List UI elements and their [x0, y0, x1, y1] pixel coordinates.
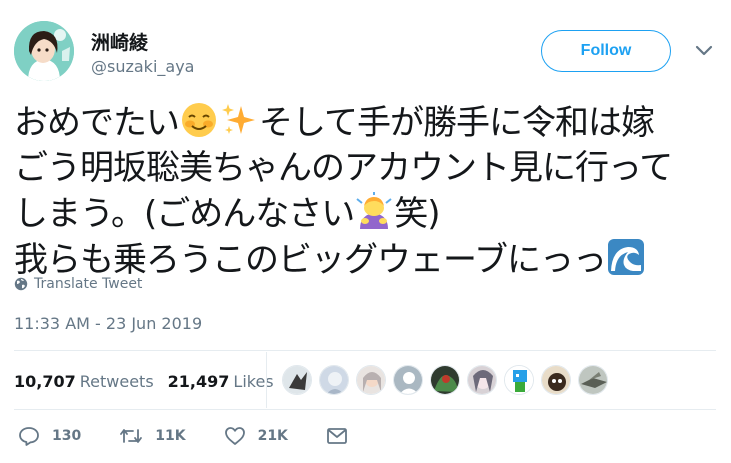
retweet-icon	[120, 429, 143, 443]
heart-icon	[224, 427, 245, 445]
tweet-timestamp[interactable]: 11:33 AM - 23 Jun 2019	[14, 314, 202, 333]
tweet-line-3: しまう。(ごめんなさい 笑)	[14, 191, 714, 237]
retweets-stat[interactable]: 10,707 Retweets	[14, 372, 154, 391]
wave-icon	[606, 237, 646, 277]
reply-count: 130	[52, 428, 82, 444]
direct-message-button[interactable]	[326, 427, 360, 445]
tweet-text-segment: おめでたい	[14, 103, 180, 143]
liker-avatar[interactable]	[393, 365, 423, 395]
retweet-button[interactable]: 11K	[119, 426, 186, 446]
user-handle[interactable]: @suzaki_aya	[91, 57, 194, 76]
liker-avatar[interactable]	[319, 365, 349, 395]
tweet-text-segment: しまう。(ごめんなさい	[14, 194, 355, 234]
liker-avatar[interactable]	[541, 365, 571, 395]
like-button[interactable]: 21K	[224, 426, 288, 446]
likes-stat[interactable]: 21,497 Likes	[168, 372, 274, 391]
avatar[interactable]	[14, 21, 74, 81]
display-name[interactable]: 洲崎綾	[91, 28, 148, 55]
tweet-text-segment: そして手が勝手に令和は嫁	[259, 103, 655, 143]
engagement-stats: 10,707 Retweets 21,497 Likes	[14, 363, 274, 399]
likes-count: 21,497	[167, 371, 230, 391]
retweet-count: 11K	[155, 428, 186, 444]
tweet-text-segment: 我らも乗ろうこのビッグウェーブにっっ	[14, 240, 607, 280]
likes-label: Likes	[233, 371, 274, 391]
tweet-actions: 130 11K 21K	[18, 426, 360, 446]
person-bowing-icon	[354, 191, 394, 231]
tweet-line-2: ごう明坂聡美ちゃんのアカウント見に行って	[14, 148, 673, 188]
chevron-down-icon[interactable]	[693, 42, 715, 60]
liker-avatar[interactable]	[578, 365, 608, 395]
liker-avatar[interactable]	[282, 365, 312, 395]
reply-icon	[19, 427, 39, 446]
globe-icon	[14, 277, 28, 291]
liker-avatar[interactable]	[504, 365, 534, 395]
liker-avatars	[282, 365, 615, 395]
tweet-text-segment: 笑)	[394, 194, 440, 234]
retweets-label: Retweets	[79, 371, 154, 391]
sparkles-icon	[219, 100, 259, 140]
tweet-line-1: おめでたい そして手が勝手に令和は嫁	[14, 100, 714, 146]
follow-button[interactable]: Follow	[541, 30, 671, 72]
liker-avatar[interactable]	[356, 365, 386, 395]
liker-avatar[interactable]	[430, 365, 460, 395]
retweets-count: 10,707	[14, 371, 76, 391]
reply-button[interactable]: 130	[18, 426, 81, 446]
smiling-blush-emoji-icon	[179, 100, 219, 140]
liker-avatar[interactable]	[467, 365, 497, 395]
translate-tweet-link[interactable]: Translate Tweet	[14, 276, 142, 292]
translate-label[interactable]: Translate Tweet	[34, 276, 142, 292]
tweet-text: おめでたい そして手が勝手に令和は嫁 ごう明坂聡美ちゃんのアカウント見に行って し…	[14, 100, 714, 283]
divider	[266, 352, 267, 408]
envelope-icon	[327, 428, 347, 444]
divider	[14, 350, 716, 351]
like-count: 21K	[257, 428, 288, 444]
divider	[14, 409, 716, 410]
